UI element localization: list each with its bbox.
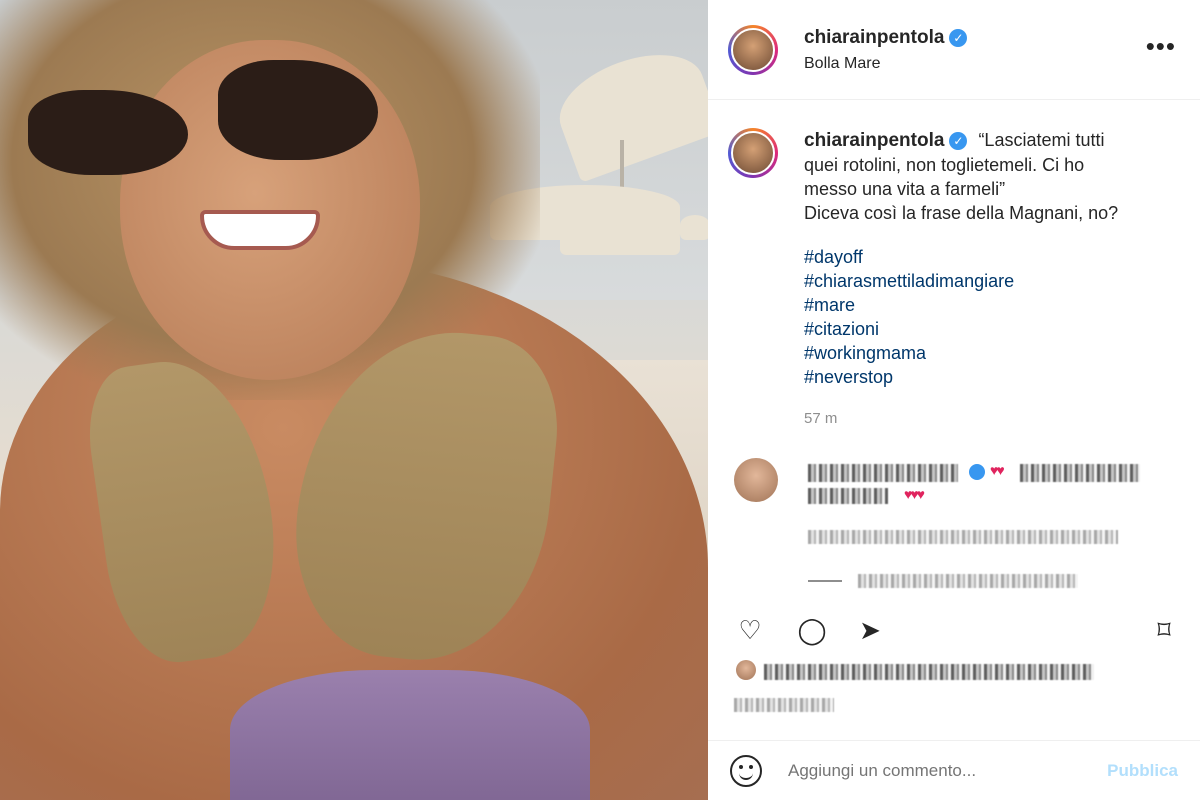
photo-smile xyxy=(200,210,320,250)
comment-item: ♥♥ ♥♥♥ xyxy=(708,440,1200,600)
post-photo[interactable] xyxy=(0,0,708,800)
sunglasses-lens xyxy=(218,60,378,160)
post-side-panel: chiarainpentola ✓ Bolla Mare ••• chiarai… xyxy=(708,0,1200,800)
comment-icon[interactable]: ◯ xyxy=(796,614,828,646)
liker-avatar[interactable] xyxy=(736,660,756,680)
post-actions: ♡ ◯ ➤ ⌑ xyxy=(708,600,1200,660)
verified-badge-icon: ✓ xyxy=(949,28,968,47)
author-username[interactable]: chiarainpentola ✓ xyxy=(804,27,968,49)
add-comment-input[interactable] xyxy=(788,760,1068,781)
post-caption: chiarainpentola ✓ “Lasciatemi tutti quei… xyxy=(708,100,1200,438)
sunglasses xyxy=(28,60,378,175)
censored-comment-meta xyxy=(808,530,1118,544)
hashtag-link[interactable]: #citazioni xyxy=(804,317,1134,341)
caption-timestamp[interactable]: 57 m xyxy=(804,407,1134,431)
comment-emoji: ♥♥ xyxy=(990,462,1005,478)
caption-line: Diceva così la frase della Magnani, no? xyxy=(804,203,1119,223)
caption-body: chiarainpentola ✓ “Lasciatemi tutti quei… xyxy=(804,128,1134,438)
hashtag-link[interactable]: #neverstop xyxy=(804,365,1134,389)
post-header: chiarainpentola ✓ Bolla Mare ••• xyxy=(708,0,1200,100)
author-info: chiarainpentola ✓ Bolla Mare xyxy=(804,27,968,73)
post-location[interactable]: Bolla Mare xyxy=(804,55,967,73)
caption-username[interactable]: chiarainpentola ✓ xyxy=(804,129,968,153)
verified-badge-icon: ✓ xyxy=(949,132,968,150)
hashtag-list: #dayoff #chiarasmettiladimangiare #mare … xyxy=(804,245,1134,389)
censored-view-replies[interactable] xyxy=(858,574,1078,588)
like-heart-icon[interactable]: ♡ xyxy=(734,614,766,646)
hashtag-link[interactable]: #workingmama xyxy=(804,341,1134,365)
censored-likes-count xyxy=(734,698,834,712)
censored-comment-text xyxy=(808,488,888,504)
caption-line: messo una vita a farmeli” xyxy=(804,179,1006,199)
censored-likes-text[interactable] xyxy=(764,664,1094,680)
emoji-icon[interactable] xyxy=(730,754,762,787)
author-username-text[interactable]: chiarainpentola xyxy=(804,27,944,49)
share-send-icon[interactable]: ➤ xyxy=(854,614,886,646)
hashtag-link[interactable]: #chiarasmettiladimangiare xyxy=(804,269,1134,293)
sunglasses-lens xyxy=(28,90,188,175)
censored-comment-text xyxy=(1020,464,1140,482)
replies-divider xyxy=(808,580,842,582)
beach-umbrella xyxy=(560,225,680,255)
publish-button[interactable]: Pubblica xyxy=(1107,761,1178,781)
censored-comment-username xyxy=(808,464,958,482)
likes-summary xyxy=(708,656,1200,716)
more-options-icon[interactable]: ••• xyxy=(1146,33,1176,59)
hashtag-link[interactable]: #mare xyxy=(804,293,1134,317)
hashtag-link[interactable]: #dayoff xyxy=(804,245,1134,269)
caption-username-text[interactable]: chiarainpentola xyxy=(804,129,944,153)
avatar-image xyxy=(731,27,775,72)
save-bookmark-icon[interactable]: ⌑ xyxy=(1148,614,1180,646)
author-avatar[interactable] xyxy=(728,24,778,75)
comment-composer: Pubblica xyxy=(708,740,1200,800)
caption-line: “Lasciatemi tutti xyxy=(978,130,1105,150)
verified-badge-icon xyxy=(969,464,985,480)
beach-umbrella xyxy=(680,215,708,240)
commenter-avatar[interactable] xyxy=(734,458,778,502)
caption-author-avatar[interactable] xyxy=(728,128,778,178)
avatar-image xyxy=(731,131,775,175)
comment-emoji: ♥♥♥ xyxy=(904,486,925,502)
bikini-bottoms xyxy=(230,670,590,800)
caption-line: quei rotolini, non toglietemeli. Ci ho xyxy=(804,155,1085,175)
